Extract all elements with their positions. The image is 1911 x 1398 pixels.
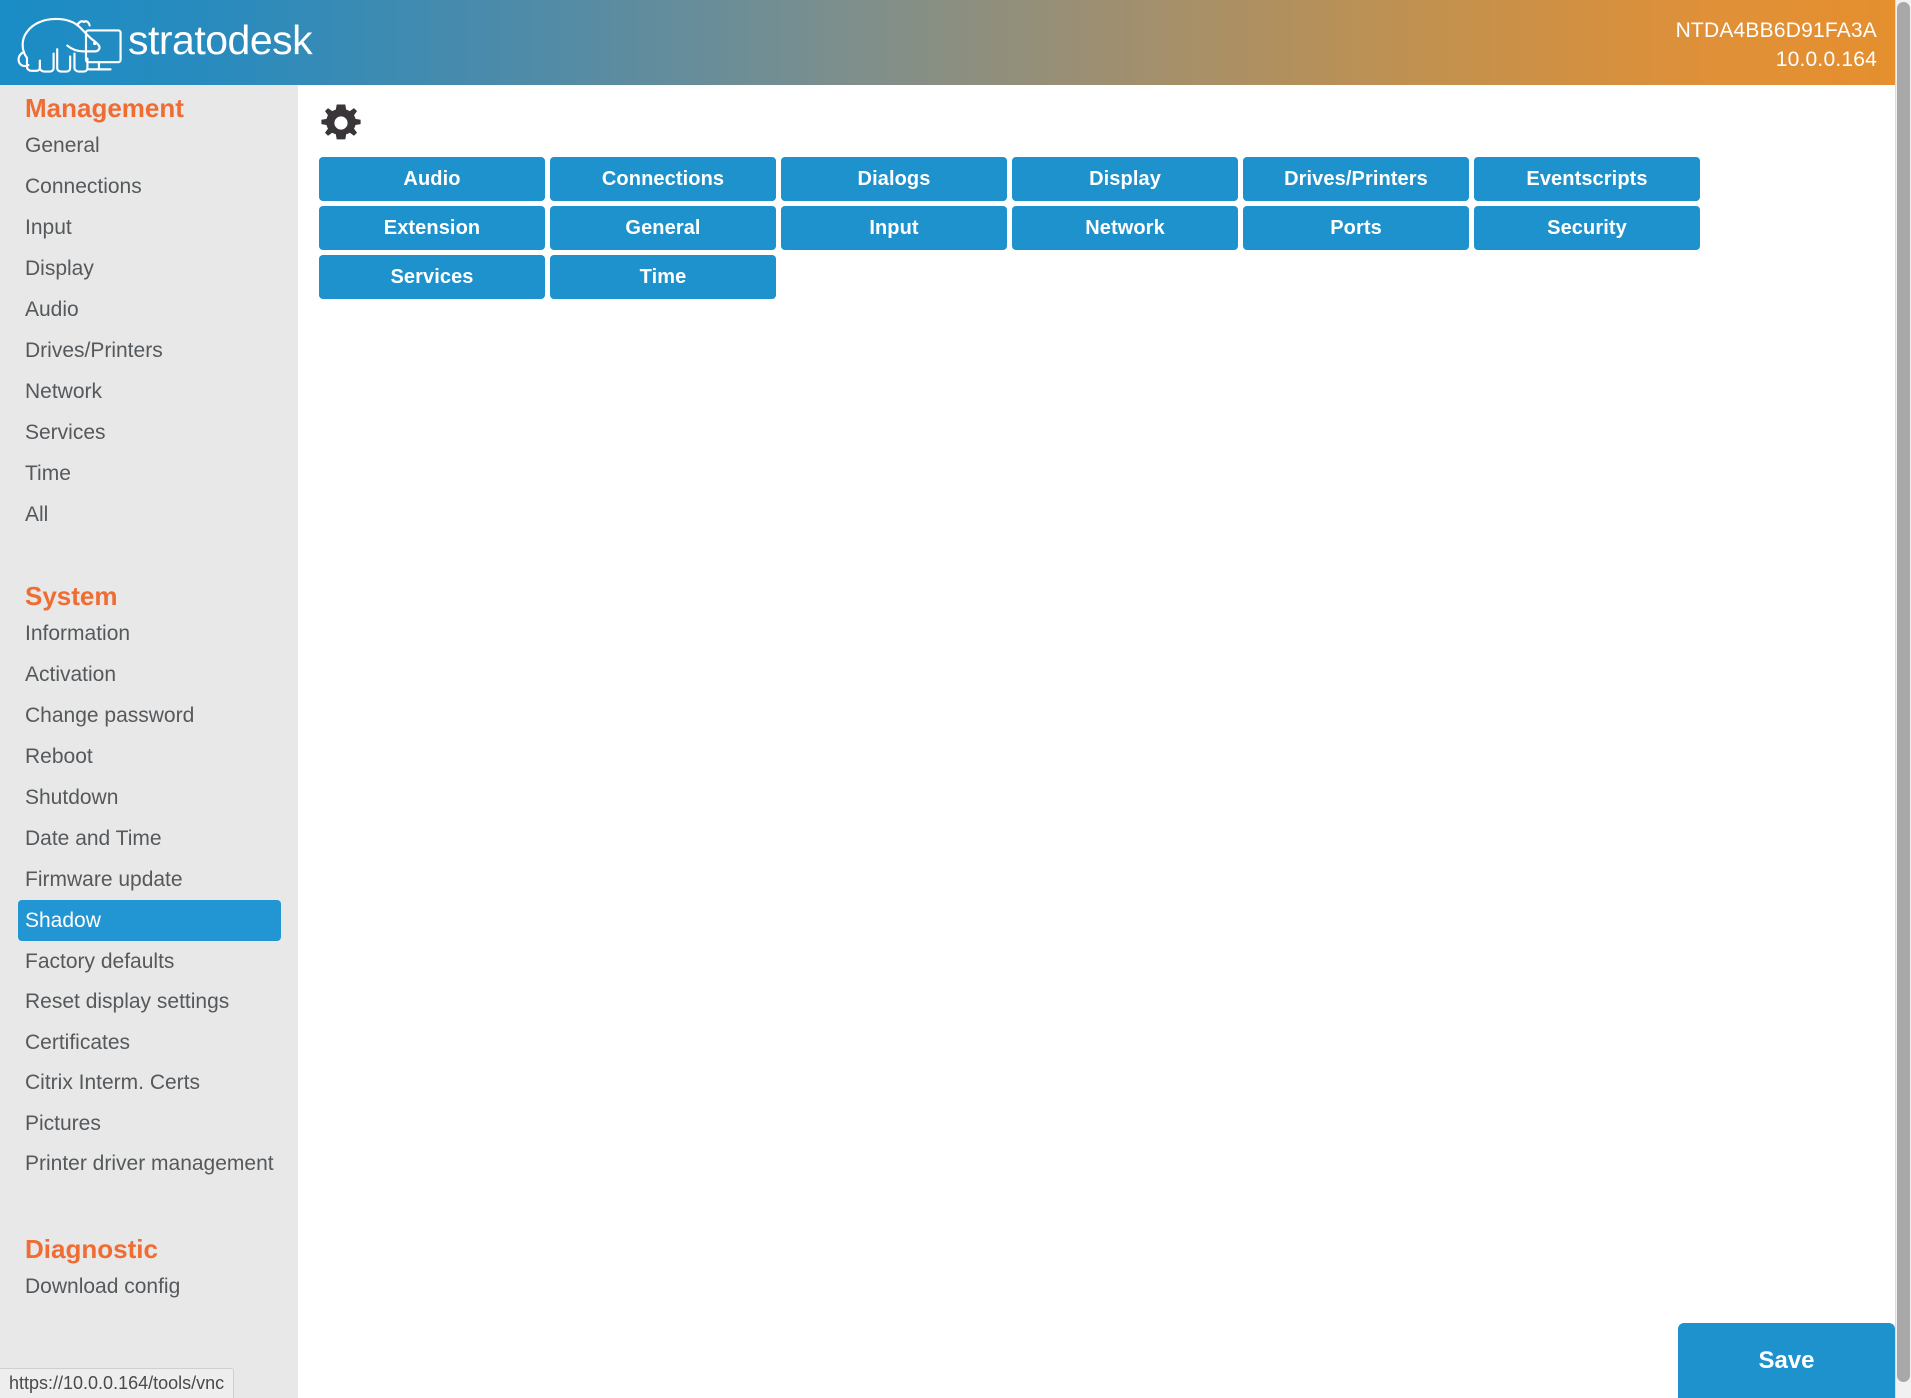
app-root: stratodesk NTDA4BB6D91FA3A 10.0.0.164 Ma… [0,0,1911,1398]
sidebar-item-network[interactable]: Network [0,371,280,412]
sidebar-item-information[interactable]: Information [0,613,280,654]
device-info: NTDA4BB6D91FA3A 10.0.0.164 [1676,16,1877,74]
gear-icon-svg [321,104,361,140]
sidebar-item-all[interactable]: All [0,494,280,535]
category-button-services[interactable]: Services [319,255,545,299]
sidebar-item-drives-printers[interactable]: Drives/Printers [0,330,280,371]
category-button-audio[interactable]: Audio [319,157,545,201]
app-header: stratodesk NTDA4BB6D91FA3A 10.0.0.164 [0,0,1895,85]
sidebar-item-shutdown[interactable]: Shutdown [0,777,280,818]
sidebar-item-reboot[interactable]: Reboot [0,736,280,777]
category-button-eventscripts[interactable]: Eventscripts [1474,157,1700,201]
sidebar-section-title-system: System [25,581,118,611]
sidebar-item-citrix-interm-certs[interactable]: Citrix Interm. Certs [0,1063,280,1103]
brand-name: stratodesk [128,16,313,63]
brand-logo[interactable]: stratodesk [14,6,313,78]
settings-gear-icon [319,101,363,145]
category-button-extension[interactable]: Extension [319,206,545,250]
category-button-time[interactable]: Time [550,255,776,299]
sidebar-item-date-and-time[interactable]: Date and Time [0,818,280,859]
sidebar-item-input[interactable]: Input [0,207,280,248]
sidebar-item-shadow[interactable]: Shadow [18,900,281,941]
sidebar-nav: Management General Connections Input Display… [0,85,298,1398]
sidebar-item-general[interactable]: General [0,125,280,166]
save-button[interactable]: Save [1678,1323,1895,1398]
main-content: Audio Connections Dialogs Display Drives/Pri… [302,85,1895,1398]
sidebar-item-printer-driver-management[interactable]: Printer driver management [0,1144,280,1184]
category-button-drives-printers[interactable]: Drives/Printers [1243,157,1469,201]
sidebar-item-audio[interactable]: Audio [0,289,280,330]
sidebar-item-change-password[interactable]: Change password [0,695,280,736]
category-button-security[interactable]: Security [1474,206,1700,250]
device-name: NTDA4BB6D91FA3A [1675,19,1877,42]
sidebar-section-title-diagnostic: Diagnostic [25,1234,158,1264]
category-button-grid: Audio Connections Dialogs Display Drives/Pri… [319,157,1719,299]
polar-bear-monitor-logo-icon [17,17,122,73]
sidebar-item-reset-display-settings[interactable]: Reset display settings [0,982,280,1022]
sidebar-item-services[interactable]: Services [0,412,280,453]
category-button-general[interactable]: General [550,206,776,250]
sidebar-item-certificates[interactable]: Certificates [0,1022,280,1063]
category-button-connections[interactable]: Connections [550,157,776,201]
category-button-network[interactable]: Network [1012,206,1238,250]
sidebar-item-firmware-update[interactable]: Firmware update [0,859,280,900]
sidebar-item-display[interactable]: Display [0,248,280,289]
sidebar-section-title-management: Management [25,93,184,123]
sidebar-item-pictures[interactable]: Pictures [0,1103,280,1144]
sidebar-item-time[interactable]: Time [0,453,280,494]
category-button-ports[interactable]: Ports [1243,206,1469,250]
category-button-input[interactable]: Input [781,206,1007,250]
category-button-dialogs[interactable]: Dialogs [781,157,1007,201]
sidebar-item-factory-defaults[interactable]: Factory defaults [0,941,280,982]
page-scrollbar-thumb[interactable] [1897,2,1910,1382]
status-bar-url: https://10.0.0.164/tools/vnc [0,1368,235,1398]
sidebar-item-activation[interactable]: Activation [0,654,280,695]
sidebar-item-connections[interactable]: Connections [0,166,280,207]
sidebar-item-download-config[interactable]: Download config [0,1266,280,1307]
device-ip: 10.0.0.164 [1775,48,1877,71]
category-button-display[interactable]: Display [1012,157,1238,201]
page-scrollbar-track[interactable] [1895,0,1911,1398]
